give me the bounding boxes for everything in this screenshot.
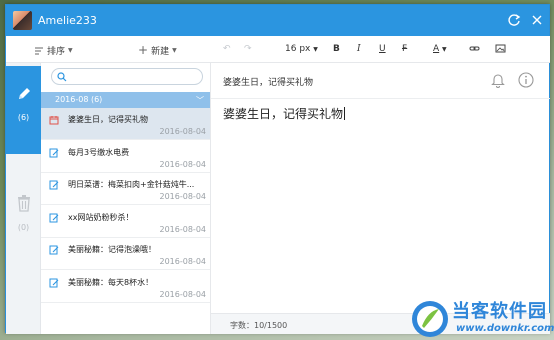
app-window: Amelie233 (6) (0) 排序 ▼ + 新建 ▼ 2016-08 (6… xyxy=(5,4,550,334)
window-title: Amelie233 xyxy=(38,14,97,27)
pencil-icon xyxy=(18,88,30,99)
list-item[interactable]: 明日菜谱：梅菜扣肉+金针菇炖牛... 2016-08-04 xyxy=(41,173,210,205)
undo-button[interactable]: ↶ xyxy=(223,44,231,54)
note-item-title: 明日菜谱：梅菜扣肉+金针菇炖牛... xyxy=(68,180,195,189)
edit-note-icon xyxy=(49,213,59,223)
alarm-note-icon xyxy=(49,115,59,125)
list-toolbar: 排序 ▼ + 新建 ▼ xyxy=(6,36,211,63)
chevron-down-icon: ▼ xyxy=(313,46,318,53)
sidebar-item-notes[interactable]: (6) xyxy=(6,66,41,154)
chevron-down-icon: ▼ xyxy=(442,46,447,53)
chevron-down-icon: ▼ xyxy=(172,47,177,54)
bold-button[interactable]: B xyxy=(333,44,340,54)
font-size-value: 16 px xyxy=(285,44,311,54)
trash-icon xyxy=(17,195,30,212)
notes-count: (6) xyxy=(17,113,30,122)
note-item-title: 婆婆生日，记得买礼物 xyxy=(68,115,148,124)
avatar[interactable] xyxy=(13,11,32,30)
watermark-url: www.downkr.com xyxy=(456,323,554,334)
italic-button[interactable]: I xyxy=(357,44,361,54)
trash-count: (0) xyxy=(17,223,30,232)
note-item-date: 2016-08-04 xyxy=(159,289,207,299)
font-color-label: A xyxy=(433,44,440,54)
text-cursor xyxy=(344,107,346,120)
word-count: 字数：10/1500 xyxy=(230,321,288,330)
image-button[interactable] xyxy=(495,43,506,57)
group-header[interactable]: 2016-08 (6) ﹀ xyxy=(41,92,210,108)
sync-button[interactable] xyxy=(506,12,522,28)
bell-icon[interactable] xyxy=(490,72,506,88)
edit-note-icon xyxy=(49,278,59,288)
underline-button[interactable]: U xyxy=(379,44,386,54)
watermark-name: 当客软件园 xyxy=(452,301,547,322)
sidebar-item-trash[interactable]: (0) xyxy=(6,174,41,262)
font-color-button[interactable]: A ▼ xyxy=(433,44,447,54)
editor-title-row: 婆婆生日，记得买礼物 xyxy=(211,63,550,99)
search-icon xyxy=(57,72,67,82)
note-item-date: 2016-08-04 xyxy=(159,257,207,266)
link-icon xyxy=(469,46,480,51)
site-logo-icon xyxy=(412,301,448,337)
close-icon xyxy=(532,15,542,25)
link-button[interactable] xyxy=(469,43,480,57)
note-item-date: 2016-08-04 xyxy=(159,224,207,234)
note-item-date: 2016-08-04 xyxy=(159,127,207,136)
note-item-date: 2016-08-04 xyxy=(159,192,207,201)
strike-button[interactable]: F xyxy=(402,44,407,54)
list-item[interactable]: 婆婆生日，记得买礼物 2016-08-04 xyxy=(41,108,210,140)
font-size-select[interactable]: 16 px ▼ xyxy=(285,44,318,54)
image-icon xyxy=(495,44,506,53)
editor-body[interactable]: 婆婆生日，记得买礼物 xyxy=(223,105,346,122)
new-note-button[interactable]: + 新建 ▼ xyxy=(138,44,177,57)
refresh-icon xyxy=(508,14,521,26)
new-label: 新建 xyxy=(151,47,170,57)
sort-button[interactable]: 排序 ▼ xyxy=(34,44,73,57)
group-label: 2016-08 (6) xyxy=(55,95,103,104)
note-item-title: 美丽秘籍：记得泡澡哦！ xyxy=(68,245,156,254)
chevron-down-icon: ▼ xyxy=(68,47,73,54)
note-item-title: 每月3号缴水电费 xyxy=(68,147,130,157)
search-input[interactable] xyxy=(70,70,198,83)
close-button[interactable] xyxy=(529,12,545,28)
sort-label: 排序 xyxy=(47,47,66,57)
plus-icon: + xyxy=(138,43,149,57)
chevron-down-icon: ﹀ xyxy=(196,96,204,105)
note-title[interactable]: 婆婆生日，记得买礼物 xyxy=(223,75,313,88)
list-item[interactable]: 美丽秘籍：记得泡澡哦！ 2016-08-04 xyxy=(41,238,210,270)
sort-icon xyxy=(35,47,43,54)
editor-toolbar: ↶ ↷ 16 px ▼ B I U F A ▼ xyxy=(211,36,550,63)
title-bar: Amelie233 xyxy=(6,5,549,36)
edit-note-icon xyxy=(49,180,59,190)
note-list: 2016-08 (6) ﹀ 婆婆生日，记得买礼物 2016-08-04 每月3号缴水… xyxy=(41,63,211,334)
redo-button[interactable]: ↷ xyxy=(244,44,252,54)
note-item-date: 2016-08-04 xyxy=(159,159,207,169)
edit-note-icon xyxy=(49,148,59,158)
list-item[interactable]: xx网站奶粉秒杀！ 2016-08-04 xyxy=(41,206,210,238)
note-item-title: 美丽秘籍：每天8杯水！ xyxy=(68,277,154,287)
list-item[interactable]: 每月3号缴水电费 2016-08-04 xyxy=(41,141,210,173)
nav-sidebar: (6) (0) xyxy=(6,36,41,334)
watermark: 当客软件园 www.downkr.com xyxy=(410,297,554,340)
search-box[interactable] xyxy=(51,68,203,85)
edit-note-icon xyxy=(49,245,59,255)
list-item[interactable]: 美丽秘籍：每天8杯水！ 2016-08-04 xyxy=(41,271,210,303)
info-icon[interactable] xyxy=(518,72,534,88)
note-body-text: 婆婆生日，记得买礼物 xyxy=(223,107,344,121)
note-item-title: xx网站奶粉秒杀！ xyxy=(68,212,134,222)
